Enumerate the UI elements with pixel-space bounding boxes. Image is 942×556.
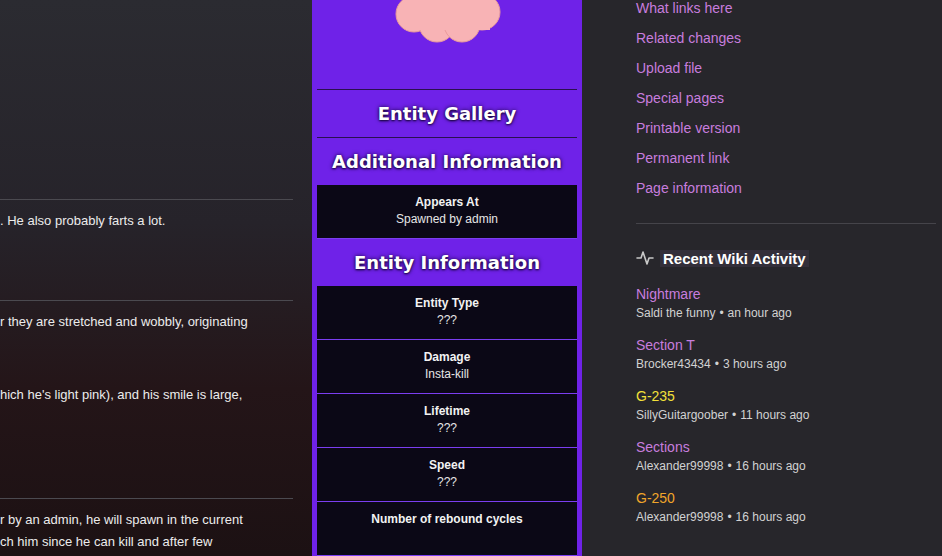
gallery-heading[interactable]: Entity Gallery <box>317 90 577 138</box>
entity-image[interactable] <box>317 0 577 90</box>
article-section: . He also probably farts a lot. <box>0 199 293 300</box>
info-value: ??? <box>437 313 457 328</box>
recent-item: SectionsAlexander99998• 16 hours ago <box>636 437 936 475</box>
recent-page-link[interactable]: Nightmare <box>636 284 936 304</box>
separator <box>636 223 936 224</box>
info-rows: Appears At Spawned by admin <box>317 185 577 239</box>
recent-page-link[interactable]: G-250 <box>636 488 936 508</box>
info-value: ??? <box>437 421 457 436</box>
article-section: r by an admin, he will spawn in the curr… <box>0 498 293 553</box>
meta-separator: • <box>719 304 723 322</box>
recent-time: 11 hours ago <box>740 406 809 424</box>
activity-pulse-icon <box>636 249 654 267</box>
info-label: Lifetime <box>424 404 470 419</box>
info-label: Speed <box>429 458 465 473</box>
recent-page-link[interactable]: Section T <box>636 335 936 355</box>
info-label: Appears At <box>415 195 479 210</box>
article-content: . He also probably farts a lot. r they ar… <box>0 0 312 556</box>
info-row: Damage Insta-kill <box>317 340 577 394</box>
infobox: Entity GalleryAdditional InformationAppe… <box>312 0 582 556</box>
tool-link[interactable]: Related changes <box>636 23 936 53</box>
info-row: Lifetime??? <box>317 394 577 448</box>
info-value: ??? <box>437 475 457 490</box>
recent-list: NightmareSaldi the funny•an hour agoSect… <box>636 284 936 526</box>
article-text: r they are stretched and wobbly, origina… <box>0 311 293 333</box>
recent-time: 3 hours ago <box>723 355 786 373</box>
meta-separator: • <box>727 508 731 526</box>
article-text: ch him since he can kill and after few <box>0 531 293 553</box>
recent-time: 16 hours ago <box>736 508 806 526</box>
recent-meta: Alexander99998• 16 hours ago <box>636 457 936 475</box>
recent-time: 16 hours ago <box>736 457 806 475</box>
recent-user[interactable]: Saldi the funny <box>636 304 715 322</box>
recent-user[interactable]: Brocker43434 <box>636 355 711 373</box>
info-value: Spawned by admin <box>396 212 498 227</box>
article-section: r they are stretched and wobbly, origina… <box>0 300 293 498</box>
section-heading: Additional Information <box>317 138 577 185</box>
sidebar: What links hereRelated changesUpload fil… <box>582 0 942 556</box>
info-label: Entity Type <box>415 296 479 311</box>
recent-meta: SillyGuitargoober•11 hours ago <box>636 406 936 424</box>
info-row: Speed??? <box>317 448 577 502</box>
recent-meta: Alexander99998• 16 hours ago <box>636 508 936 526</box>
tool-link[interactable]: Special pages <box>636 83 936 113</box>
meta-separator: • <box>727 457 731 475</box>
recent-time: an hour ago <box>728 304 792 322</box>
article-text: r by an admin, he will spawn in the curr… <box>0 509 293 531</box>
recent-item: G-250Alexander99998• 16 hours ago <box>636 488 936 526</box>
info-label: Damage <box>424 350 471 365</box>
recent-page-link[interactable]: Sections <box>636 437 936 457</box>
recent-title: Recent Wiki Activity <box>660 250 809 267</box>
tool-link[interactable]: Printable version <box>636 113 936 143</box>
recent-user[interactable]: Alexander99998 <box>636 508 723 526</box>
tool-link[interactable]: Page information <box>636 173 936 203</box>
entity-blob-icon <box>392 0 502 44</box>
info-value: Insta-kill <box>425 367 469 382</box>
meta-separator: • <box>732 406 736 424</box>
section-heading: Entity Information <box>317 239 577 286</box>
recent-item: Section TBrocker43434•3 hours ago <box>636 335 936 373</box>
info-row: Entity Type??? <box>317 286 577 340</box>
wiki-page: . He also probably farts a lot. r they ar… <box>0 0 942 556</box>
info-row: Appears At Spawned by admin <box>317 185 577 239</box>
recent-user[interactable]: SillyGuitargoober <box>636 406 728 424</box>
meta-separator: • <box>715 355 719 373</box>
tool-link[interactable]: Upload file <box>636 53 936 83</box>
recent-item: NightmareSaldi the funny• an hour ago <box>636 284 936 322</box>
recent-meta: Saldi the funny• an hour ago <box>636 304 936 322</box>
recent-header: Recent Wiki Activity <box>636 248 936 268</box>
recent-item: G-235SillyGuitargoober•11 hours ago <box>636 386 936 424</box>
article-text: . He also probably farts a lot. <box>0 210 293 232</box>
info-row: Number of rebound cycles <box>317 502 577 556</box>
tools-list: What links hereRelated changesUpload fil… <box>636 0 936 203</box>
tool-link[interactable]: What links here <box>636 0 936 23</box>
info-rows: Entity Type??? Damage Insta-kill Lifetime??… <box>317 286 577 556</box>
recent-user[interactable]: Alexander99998 <box>636 457 723 475</box>
recent-meta: Brocker43434•3 hours ago <box>636 355 936 373</box>
tool-link[interactable]: Permanent link <box>636 143 936 173</box>
article-text: hich he's light pink), and his smile is … <box>0 384 293 406</box>
info-label: Number of rebound cycles <box>371 512 522 527</box>
recent-page-link[interactable]: G-235 <box>636 386 936 406</box>
